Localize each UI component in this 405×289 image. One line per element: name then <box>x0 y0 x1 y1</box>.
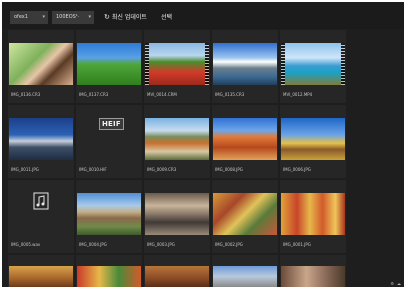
thumbnail-image <box>213 43 277 85</box>
file-cell[interactable]: MVI_0014.CRM <box>144 30 210 103</box>
file-name: IMG_0001.JPG <box>283 242 311 247</box>
file-cell[interactable]: IMG_0009.CR3 <box>144 105 210 178</box>
toolbar: ofex1 ▾ 100EOS¹· ▾ ↻ 최신 업데이트 선택 <box>2 2 404 29</box>
thumbnail-image <box>9 43 73 85</box>
file-cell[interactable] <box>144 255 210 287</box>
camera-dropdown[interactable]: ofex1 ▾ <box>10 11 48 24</box>
folder-dropdown[interactable]: 100EOS¹· ▾ <box>52 11 94 24</box>
file-cell[interactable]: IMG_0135.CR3 <box>212 30 278 103</box>
file-name: IMG_0008.JPG <box>215 167 243 172</box>
thumbnail-image <box>145 118 209 160</box>
file-cell[interactable]: IMG_0004.JPG <box>76 180 142 253</box>
file-cell[interactable]: IMG_0003.JPG <box>144 180 210 253</box>
settings-icon[interactable]: ⚙ <box>390 281 394 286</box>
thumbnail-image <box>213 193 277 235</box>
file-cell[interactable]: IMG_0002.JPG <box>212 180 278 253</box>
thumbnail-image <box>213 118 277 160</box>
refresh-label: 최신 업데이트 <box>111 14 147 21</box>
heif-icon: HEIF <box>99 118 124 130</box>
status-bar: ⚙ ☁ <box>387 281 401 286</box>
file-name: IMG_0006.JPG <box>283 167 311 172</box>
app-window: ofex1 ▾ 100EOS¹· ▾ ↻ 최신 업데이트 선택 IMG_0136.… <box>2 2 404 287</box>
thumbnail-image <box>145 266 209 287</box>
file-cell[interactable] <box>212 255 278 287</box>
thumbnail-image <box>77 193 141 235</box>
thumbnail-image <box>9 118 73 160</box>
file-name: IMG_0002.JPG <box>215 242 243 247</box>
select-label: 선택 <box>161 14 173 21</box>
music-file-icon <box>33 192 49 210</box>
file-name: IMG_0004.JPG <box>79 242 107 247</box>
thumbnail-image <box>145 193 209 235</box>
thumbnail-image <box>9 266 73 287</box>
file-cell[interactable] <box>8 255 74 287</box>
file-name: IMG_0003.JPG <box>147 242 175 247</box>
file-cell[interactable]: IMG_0136.CR3 <box>8 30 74 103</box>
film-strip-icon <box>341 43 345 85</box>
folder-dropdown-value: 100EOS¹· <box>56 14 80 20</box>
file-cell[interactable]: IMG_0005.wav <box>8 180 74 253</box>
file-cell[interactable]: IMG_0137.CR3 <box>76 30 142 103</box>
thumbnail-image <box>213 266 277 287</box>
file-cell[interactable]: IMG_0001.JPG <box>280 180 346 253</box>
file-cell[interactable]: IMG_0011.JPG <box>8 105 74 178</box>
file-name: MVI_0012.MP4 <box>283 92 313 97</box>
file-name: IMG_0137.CR3 <box>79 92 109 97</box>
file-cell[interactable]: HEIF IMG_0010.HIF <box>76 105 142 178</box>
thumbnail-grid: IMG_0136.CR3 IMG_0137.CR3 MVI_0014.CRM I… <box>8 30 346 287</box>
file-name: IMG_0136.CR3 <box>11 92 41 97</box>
file-cell[interactable]: MVI_0012.MP4 <box>280 30 346 103</box>
file-name: IMG_0010.HIF <box>79 167 107 172</box>
file-name: MVI_0014.CRM <box>147 92 177 97</box>
film-strip-icon <box>145 43 149 85</box>
file-name: IMG_0135.CR3 <box>215 92 245 97</box>
thumbnail-image <box>77 43 141 85</box>
select-button[interactable]: 선택 <box>161 12 172 23</box>
refresh-button[interactable]: ↻ 최신 업데이트 <box>104 12 147 23</box>
thumbnail-image <box>281 118 345 160</box>
file-cell[interactable] <box>76 255 142 287</box>
file-cell[interactable]: IMG_0006.JPG <box>280 105 346 178</box>
file-name: IMG_0009.CR3 <box>147 167 177 172</box>
file-cell[interactable]: IMG_0008.JPG <box>212 105 278 178</box>
thumbnail-image <box>281 43 345 85</box>
cloud-icon[interactable]: ☁ <box>397 281 401 286</box>
chevron-down-icon: ▾ <box>42 14 45 20</box>
file-name: IMG_0011.JPG <box>11 167 39 172</box>
chevron-down-icon: ▾ <box>88 14 91 20</box>
refresh-icon: ↻ <box>104 13 110 21</box>
film-strip-icon <box>205 43 209 85</box>
thumbnail-image <box>281 266 345 287</box>
file-cell[interactable] <box>280 255 346 287</box>
thumbnail-image <box>145 43 209 85</box>
camera-dropdown-value: ofex1 <box>14 14 28 20</box>
film-strip-icon <box>281 43 285 85</box>
file-name: IMG_0005.wav <box>11 242 41 247</box>
thumbnail-image <box>77 266 141 287</box>
thumbnail-image <box>281 193 345 235</box>
